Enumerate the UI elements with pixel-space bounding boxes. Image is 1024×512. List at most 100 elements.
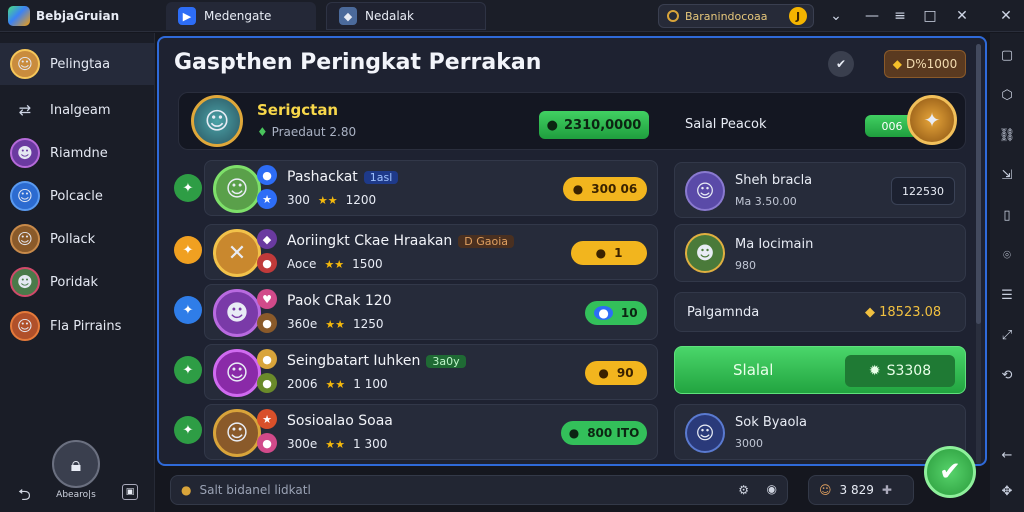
rank-badge-3: ✦ [174, 296, 202, 324]
camera-icon[interactable]: ⌾ [997, 245, 1017, 265]
player-stats: 360e ★★ 1250 [287, 317, 384, 331]
score-pill: ● 1 [571, 241, 647, 265]
level-badge-icon: ♥ [257, 289, 277, 309]
sidebar-item-inalgeam[interactable]: ⇄ Inalgeam [0, 89, 155, 131]
game-icon: ◆ [339, 7, 357, 25]
leaderboard-row[interactable]: ☺ ● ★ Pashackat 1asl 300 ★★ 1200 ● 300 06 [204, 160, 658, 216]
coins-display[interactable]: Baranindocoaa J [658, 4, 814, 28]
rank-badge-2: ✦ [174, 236, 202, 264]
window-icon[interactable]: ▢ [997, 45, 1017, 65]
back-icon[interactable]: ← [997, 445, 1017, 465]
shape-icon[interactable]: ⬡ [997, 85, 1017, 105]
avatar: ☺ [213, 409, 261, 457]
scrollbar[interactable] [976, 44, 981, 464]
player-stat1: 300 [287, 193, 310, 207]
settings-icon[interactable]: ⚙ [738, 483, 749, 497]
lock-icon: 🔒︎ [70, 452, 82, 476]
leaderboard-row[interactable]: ☺ ★ ● Sosioalao Soaa 300e ★★ 1 300 ● 800 IT… [204, 404, 658, 460]
swap-icon: ⇄ [18, 101, 32, 119]
player-stat2: 1 100 [353, 377, 388, 391]
sidebar-item-label: Polcacle [50, 188, 103, 204]
leaderboard-row[interactable]: ☺ ● ● Seingbatart Iuhken 3a0y 2006 ★★ 1 100… [204, 344, 658, 400]
sidebar-item-poridak[interactable]: ☻ Poridak [0, 261, 155, 303]
coins-text: Baranindocoaa [685, 9, 768, 23]
level-badge-icon: ★ [257, 409, 277, 429]
rotate-icon[interactable]: ⟲ [997, 365, 1017, 385]
avatar: ☻ [685, 233, 725, 273]
screenshot-icon[interactable]: ▣ [122, 484, 138, 500]
leaderboard-row[interactable]: ✕ ◆ ● Aoriingkt Ckae Hraakan D Gaoia Aoce… [204, 224, 658, 280]
sidebar-item-fla-pirrains[interactable]: ☺ Fla Pirrains [0, 305, 155, 347]
my-rank-card[interactable]: ☺ Serigctan ♦ Praedaut 2.80 ● 2310,0000 S… [178, 92, 966, 150]
avatar: ☺ [213, 165, 261, 213]
gem-icon: ● [546, 117, 559, 133]
confirm-fab[interactable]: ✔ [924, 446, 976, 498]
lock-label: Abearo|s [56, 490, 96, 500]
minimize-icon[interactable]: — [862, 6, 882, 26]
rank-badge-5: ✦ [174, 416, 202, 444]
layers-icon[interactable]: ☰ [997, 285, 1017, 305]
avatar: ✕ [213, 229, 261, 277]
leaderboard-row[interactable]: ☻ ♥ ● Paok CRak 120 360e ★★ 1250 ● 10 [204, 284, 658, 340]
menu-icon[interactable]: ≡ [890, 6, 910, 26]
phone-icon[interactable]: ▯ [997, 205, 1017, 225]
right-card-2[interactable]: ☻ Ma Iocimain 980 [674, 224, 966, 282]
claim-label: Slalal [733, 361, 774, 379]
close-icon[interactable]: ✕ [952, 6, 972, 26]
score-pill: ● 300 06 [563, 177, 647, 201]
scrollbar-thumb[interactable] [976, 44, 981, 324]
info-icon[interactable]: ◉ [767, 482, 777, 496]
stars-icon: ★★ [325, 377, 346, 391]
coin-icon: ● [181, 483, 192, 497]
info-button[interactable]: ✔ [828, 51, 854, 77]
my-points: ● 2310,0000 [539, 111, 649, 139]
sidebar-item-label: Riamdne [50, 145, 108, 161]
sidebar-item-label: Pollack [50, 231, 96, 247]
claim-value-text: S3308 [886, 363, 932, 379]
gear-icon: ✹ [868, 363, 881, 379]
import-icon[interactable]: ⇲ [997, 165, 1017, 185]
tab-medengate[interactable]: ▶ Medengate [166, 2, 316, 30]
maximize-icon[interactable]: □ [920, 6, 940, 26]
sidebar-item-riamdne[interactable]: ☻ Riamdne [0, 132, 155, 174]
gem-icon: ◆ [892, 57, 903, 71]
avatar: ☺ [213, 349, 261, 397]
right-card-1[interactable]: ☺ Sheh bracla Ma 3.50.00 122530 [674, 162, 966, 218]
claim-button[interactable]: Slalal ✹ S3308 [674, 346, 966, 394]
shield-icon: ● [594, 306, 613, 320]
gem-balance[interactable]: ◆ D%1000 [884, 50, 966, 78]
avatar: ☺ [685, 413, 725, 453]
right-value: 18523.08 [879, 305, 942, 320]
leaf-icon: ♦ [257, 125, 268, 139]
expand-icon[interactable]: ✚ [882, 483, 892, 497]
player-stats: 300 ★★ 1200 [287, 193, 376, 207]
player-name: Aoriingkt Ckae Hraakan D Gaoia [287, 233, 515, 249]
player-stats: 300e ★★ 1 300 [287, 437, 387, 451]
score-value: 800 ITO [587, 426, 640, 440]
level-badge-icon: ● [257, 165, 277, 185]
star-badge-icon: ★ [257, 189, 277, 209]
right-card-4[interactable]: ☺ Sok Byaola 3000 [674, 404, 966, 460]
score-pill: ● 10 [585, 301, 647, 325]
window-close-icon[interactable]: ✕ [996, 6, 1016, 26]
sidebar-item-label: Pelingtaa [50, 56, 111, 72]
chat-bar[interactable]: ● Salt bidanel lidkatl ⚙ ◉ [170, 475, 788, 505]
back-icon[interactable]: ⮌ [18, 484, 31, 511]
right-value-wrap: ◆ 18523.08 [865, 305, 941, 320]
sidebar-item-pollack[interactable]: ☺ Pollack [0, 218, 155, 260]
stars-icon: ★★ [317, 193, 338, 207]
resize-icon[interactable]: ⤢ [997, 325, 1017, 345]
stars-icon: ★★ [324, 257, 345, 271]
right-sub: 3000 [735, 437, 763, 450]
player-stat2: 1200 [345, 193, 377, 207]
chat-input[interactable]: Salt bidanel lidkatl [199, 483, 310, 497]
tab-nedalak[interactable]: ◆ Nedalak [326, 2, 486, 30]
sidebar-item-pelingtaa[interactable]: ☺ Pelingtaa [0, 43, 155, 85]
chevron-down-icon[interactable]: ⌄ [826, 6, 846, 26]
move-icon[interactable]: ✥ [997, 481, 1017, 501]
sidebar-item-polcacle[interactable]: ☺ Polcacle [0, 175, 155, 217]
lock-button[interactable]: 🔒︎ [52, 440, 100, 488]
score-box[interactable]: ☺ 3 829 ✚ [808, 475, 914, 505]
link-icon[interactable]: ⛓ [997, 125, 1017, 145]
right-card-3[interactable]: Palgamnda ◆ 18523.08 [674, 292, 966, 332]
